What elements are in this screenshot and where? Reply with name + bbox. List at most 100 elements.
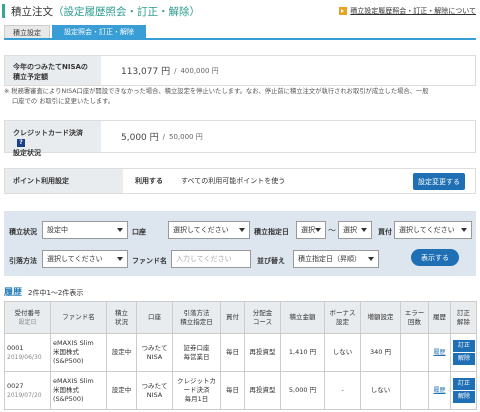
account-select[interactable]: 選択してください	[168, 221, 250, 239]
credit-separator: /	[162, 132, 165, 141]
points-label: ポイント利用設定	[5, 169, 123, 193]
nisa-label-line2: 積立予定額	[13, 73, 48, 81]
fund-filter-label: ファンド名	[132, 257, 167, 265]
cell-buy: 毎日	[220, 371, 245, 410]
col-header-fund: ファンド名	[50, 301, 107, 334]
status-select[interactable]: 設定中	[42, 221, 128, 239]
cell-actions: 訂正 解除	[450, 371, 477, 410]
edit-button[interactable]: 訂正	[453, 340, 475, 352]
buy-select[interactable]: 選択してください	[394, 221, 472, 239]
cell-account: つみたて NISA	[136, 371, 173, 410]
account-select-value: 選択してください	[173, 226, 229, 234]
change-settings-button[interactable]: 設定変更する	[413, 173, 465, 190]
date-from-value: 選択	[301, 226, 315, 234]
cell-buy: 毎日	[220, 333, 245, 372]
nisa-separator: /	[174, 66, 177, 75]
help-link[interactable]: 積立設定履歴照会・訂正・解除について	[339, 6, 476, 16]
cell-id: 0027 2019/07/20	[4, 371, 51, 410]
sort-select[interactable]: 積立指定日（昇順）	[293, 250, 379, 268]
history-table: 受付番号 設定日 ファンド名 積立 状況 口座 引落方法 積立指定日 買付 分配金 コー…	[4, 301, 477, 410]
history-link[interactable]: 履歴	[433, 349, 445, 356]
date-filter-label: 積立指定日	[254, 228, 289, 236]
nisa-limit: 400,000 円	[180, 66, 219, 75]
col-header-bonus: ボーナス 設定	[324, 301, 361, 334]
cancel-button[interactable]: 解除	[453, 391, 475, 403]
date-from-select[interactable]: 選択	[296, 221, 326, 239]
col-header-edit: 訂正 解除	[450, 301, 477, 334]
cell-bonus: -	[324, 371, 361, 410]
page-header: 積立注文 （設定履歴照会・訂正・解除） 積立設定履歴照会・訂正・解除について	[0, 0, 480, 22]
cell-actions: 訂正 解除	[450, 333, 477, 372]
buy-filter-label: 買付	[378, 228, 392, 236]
status-filter-label: 積立状況	[9, 228, 37, 236]
table-row: 0001 2019/06/30 eMAXIS Slim 米国株式 (S&P500) 設…	[4, 333, 477, 372]
credit-label: クレジットカード決済? 設定状況	[5, 121, 101, 157]
cell-increase: しない	[360, 371, 401, 410]
fund-name-input[interactable]: 入力してください	[171, 250, 251, 268]
nisa-label: 今年のつみたてNISAの 積立予定額	[5, 56, 101, 85]
chevron-down-icon	[239, 228, 245, 232]
status-select-value: 設定中	[47, 226, 68, 234]
points-desc: すべての利用可能ポイントを使う	[181, 177, 286, 185]
credit-limit: 50,000 円	[169, 132, 203, 141]
cell-history: 履歴	[428, 371, 451, 410]
nisa-note-line1: ※ 税務署審査によりNISA口座が開設できなかった場合、積立設定を停止いたします…	[4, 88, 429, 95]
cancel-button[interactable]: 解除	[453, 353, 475, 365]
title-accent-bar	[2, 4, 5, 18]
cell-fund: eMAXIS Slim 米国株式 (S&P500)	[50, 371, 107, 410]
sort-label: 並び替え	[257, 257, 285, 265]
chevron-down-icon	[117, 257, 123, 261]
col-header-history: 履歴	[428, 301, 451, 334]
nisa-panel: 今年のつみたてNISAの 積立予定額 113,077 円 / 400,000 円	[4, 55, 476, 86]
date-to-value: 選択	[343, 226, 357, 234]
cell-fund: eMAXIS Slim 米国株式 (S&P500)	[50, 333, 107, 372]
table-header-row: 受付番号 設定日 ファンド名 積立 状況 口座 引落方法 積立指定日 買付 分配金 コー…	[4, 301, 477, 334]
col-header-id: 受付番号 設定日	[4, 301, 51, 334]
credit-body: 5,000 円 / 50,000 円	[101, 121, 475, 152]
points-panel: ポイント利用設定 利用する すべての利用可能ポイントを使う 設定変更する	[4, 168, 476, 194]
cell-dist: 再投資型	[244, 371, 281, 410]
nisa-amount: 113,077 円	[121, 67, 171, 77]
page-title: 積立注文	[11, 5, 53, 18]
cell-increase: 340 円	[360, 333, 401, 372]
col-header-account: 口座	[136, 301, 173, 334]
chevron-down-icon	[461, 228, 467, 232]
method-select[interactable]: 選択してください	[42, 250, 128, 268]
date-to-select[interactable]: 選択	[338, 221, 372, 239]
search-panel: 積立状況 設定中 口座 選択してください 積立指定日 選択 〜 選択 買付 選択…	[4, 211, 476, 276]
chevron-down-icon	[315, 228, 321, 232]
cell-status: 設定中	[106, 333, 137, 372]
cell-account: つみたて NISA	[136, 333, 173, 372]
points-value: 利用する	[135, 177, 163, 185]
edit-button[interactable]: 訂正	[453, 378, 475, 390]
nisa-note-line2: 口座での お取引に変更いたします。	[12, 98, 115, 105]
help-icon[interactable]: ?	[17, 139, 25, 147]
cell-id: 0001 2019/06/30	[4, 333, 51, 372]
chevron-down-icon	[361, 228, 367, 232]
table-row: 0027 2019/07/20 eMAXIS Slim 米国株式 (S&P500) 設…	[4, 371, 477, 410]
method-select-value: 選択してください	[47, 255, 103, 263]
tab-history[interactable]: 設定照会・訂正・解除	[52, 25, 146, 39]
tab-setup[interactable]: 積立設定	[4, 25, 50, 39]
col-header-status: 積立 状況	[106, 301, 137, 334]
nisa-body: 113,077 円 / 400,000 円	[101, 56, 475, 85]
chevron-down-icon	[117, 228, 123, 232]
cell-method: クレジットカ ード決済 毎月1日	[172, 371, 221, 410]
sort-select-value: 積立指定日（昇順）	[298, 255, 361, 263]
history-link[interactable]: 履歴	[433, 387, 445, 394]
page-subtitle: （設定履歴照会・訂正・解除）	[53, 5, 200, 18]
cell-amount: 1,410 円	[280, 333, 325, 372]
cell-status: 設定中	[106, 371, 137, 410]
show-button[interactable]: 表示する	[411, 249, 459, 266]
nisa-note: ※ 税務署審査によりNISA口座が開設できなかった場合、積立設定を停止いたします…	[4, 87, 476, 107]
nisa-label-line1: 今年のつみたてNISAの	[13, 63, 88, 71]
col-header-amount: 積立金額	[280, 301, 325, 334]
col-header-method: 引落方法 積立指定日	[172, 301, 221, 334]
history-count: 2件中1〜2件表示	[28, 289, 84, 297]
help-link-label: 積立設定履歴照会・訂正・解除について	[350, 7, 476, 15]
credit-label-line1-wrap: クレジットカード決済?	[13, 128, 93, 148]
method-filter-label: 引落方法	[9, 257, 37, 265]
credit-amount: 5,000 円	[121, 133, 159, 143]
col-header-increase: 増額設定	[360, 301, 401, 334]
date-range-tilde: 〜	[328, 226, 336, 235]
